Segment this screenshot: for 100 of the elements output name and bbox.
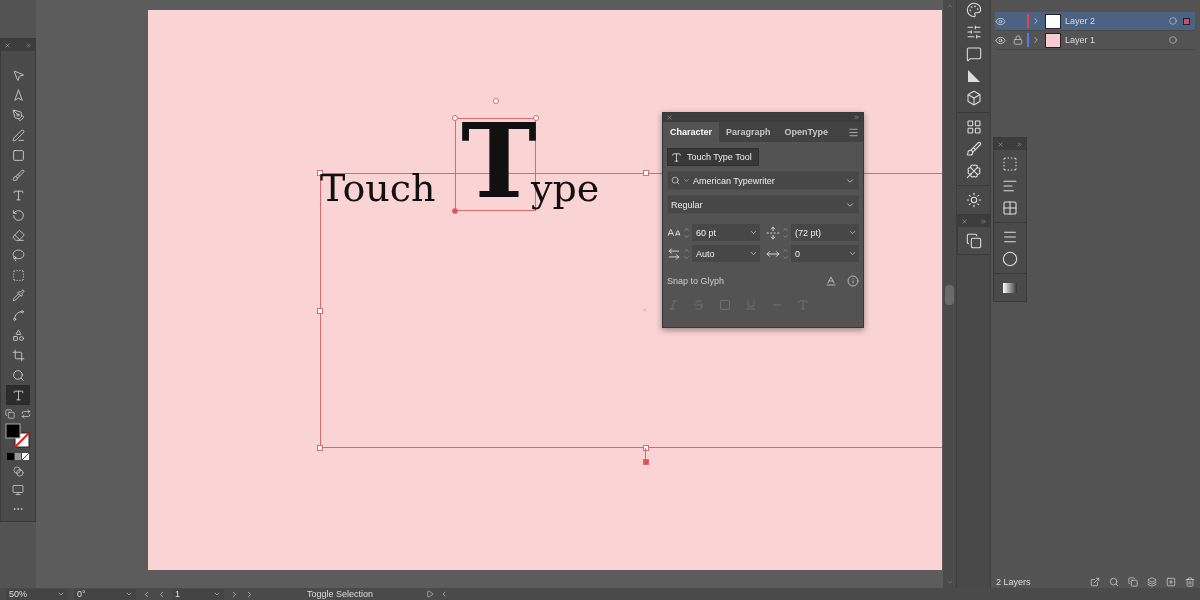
target-icon[interactable] bbox=[1169, 36, 1177, 44]
play-icon[interactable] bbox=[426, 590, 434, 598]
type-icon bbox=[11, 188, 25, 202]
export-icon[interactable] bbox=[1090, 577, 1100, 587]
pen-icon bbox=[11, 108, 25, 122]
info-icon[interactable] bbox=[847, 275, 859, 287]
expand-icon[interactable] bbox=[25, 41, 32, 49]
caret-icon bbox=[125, 590, 133, 598]
handle[interactable] bbox=[643, 445, 649, 451]
font-family-dropdown[interactable]: American Typewriter bbox=[667, 171, 859, 190]
handle[interactable] bbox=[452, 208, 458, 214]
layer-thumbnail bbox=[1045, 32, 1061, 48]
panel-tab[interactable]: Character bbox=[663, 122, 720, 142]
collapse-icon[interactable] bbox=[853, 114, 860, 121]
status-text: Toggle Selection bbox=[305, 589, 374, 599]
eye-icon[interactable] bbox=[995, 15, 1006, 27]
tool-button[interactable] bbox=[6, 385, 30, 405]
expand-icon[interactable] bbox=[979, 217, 987, 225]
scroll-thumb[interactable] bbox=[945, 285, 954, 305]
layer-row[interactable]: Layer 1 bbox=[995, 31, 1195, 50]
shapes-icon bbox=[11, 328, 25, 342]
delete-icon[interactable] bbox=[1185, 577, 1195, 587]
down-icon bbox=[782, 232, 789, 240]
caret-icon bbox=[848, 249, 857, 258]
snap-label: Snap to Glyph bbox=[667, 276, 726, 286]
handle[interactable] bbox=[317, 445, 323, 451]
eye-icon[interactable] bbox=[995, 34, 1006, 46]
brush-icon[interactable] bbox=[965, 141, 982, 157]
leading-field[interactable]: (72 pt) bbox=[791, 224, 859, 241]
handle[interactable] bbox=[452, 115, 458, 121]
layer-row[interactable]: Layer 2 bbox=[995, 12, 1195, 31]
font-size-field[interactable]: 60 pt bbox=[692, 224, 760, 241]
cube-icon[interactable] bbox=[965, 90, 982, 106]
search-icon[interactable] bbox=[1109, 577, 1119, 587]
fill-stroke-icon[interactable] bbox=[5, 423, 31, 449]
caret-icon bbox=[213, 590, 221, 598]
brush-icon bbox=[11, 168, 25, 182]
align-icon[interactable] bbox=[1002, 178, 1018, 194]
handle[interactable] bbox=[643, 170, 649, 176]
stepper-icon[interactable] bbox=[683, 225, 690, 240]
stroke-icon[interactable] bbox=[1002, 229, 1018, 245]
expand-icon[interactable] bbox=[1016, 140, 1023, 148]
handle[interactable] bbox=[643, 459, 649, 465]
sliders-icon[interactable] bbox=[965, 24, 982, 40]
swatches-icon[interactable] bbox=[965, 119, 982, 135]
rotate-handle[interactable] bbox=[493, 98, 499, 104]
artwork-text: Touch bbox=[320, 166, 436, 210]
scrollbar[interactable] bbox=[943, 0, 956, 588]
up-icon bbox=[782, 246, 789, 254]
glyph-icon[interactable] bbox=[825, 275, 837, 287]
zoom-field[interactable]: 50% bbox=[6, 588, 68, 600]
sublayer-icon[interactable] bbox=[1147, 577, 1157, 587]
menu-icon[interactable] bbox=[848, 126, 859, 138]
panel-tab[interactable]: OpenType bbox=[777, 122, 835, 142]
kerning-icon bbox=[667, 246, 681, 261]
kerning-field[interactable]: Auto bbox=[692, 245, 760, 262]
down-icon bbox=[782, 253, 789, 261]
handle[interactable] bbox=[317, 308, 323, 314]
eyedropper-icon bbox=[11, 288, 25, 302]
close-icon[interactable] bbox=[997, 140, 1004, 148]
rotation-field[interactable]: 0° bbox=[74, 588, 136, 600]
palette-icon[interactable] bbox=[965, 2, 982, 18]
caret-icon bbox=[749, 228, 758, 237]
artboard-field[interactable]: 1 bbox=[172, 588, 224, 600]
last-icon[interactable] bbox=[245, 589, 254, 599]
panel-tab[interactable]: Paragraph bbox=[719, 122, 778, 142]
stepper-icon[interactable] bbox=[683, 246, 690, 261]
comment-icon[interactable] bbox=[965, 46, 982, 62]
zoom-icon bbox=[11, 368, 25, 382]
transparency-icon[interactable] bbox=[1002, 251, 1018, 267]
close-icon[interactable] bbox=[666, 114, 673, 121]
new-layer-icon[interactable] bbox=[1166, 577, 1176, 587]
close-icon[interactable] bbox=[960, 217, 968, 225]
stepper-icon[interactable] bbox=[782, 246, 789, 261]
font-style-dropdown[interactable]: Regular bbox=[667, 195, 859, 214]
target-icon[interactable] bbox=[1169, 17, 1177, 25]
layer-name: Layer 1 bbox=[1065, 35, 1097, 45]
gradient-triangle-icon[interactable] bbox=[965, 68, 982, 84]
pointer-icon bbox=[11, 68, 25, 82]
caret-icon bbox=[848, 228, 857, 237]
clover-icon[interactable] bbox=[965, 163, 982, 179]
handle[interactable] bbox=[533, 115, 539, 121]
touch-type-button[interactable]: Touch Type Tool bbox=[667, 148, 759, 166]
tracking-field[interactable]: 0 bbox=[791, 245, 859, 262]
sun-icon[interactable] bbox=[965, 192, 982, 208]
layer-name: Layer 2 bbox=[1065, 16, 1097, 26]
spline-icon bbox=[11, 308, 25, 322]
back-icon[interactable] bbox=[440, 590, 448, 598]
stepper-icon[interactable] bbox=[782, 225, 789, 240]
close-icon[interactable] bbox=[4, 41, 11, 49]
first-icon[interactable] bbox=[142, 589, 151, 599]
up-icon bbox=[683, 246, 690, 254]
search-icon bbox=[671, 176, 680, 185]
lock-icon[interactable] bbox=[1013, 35, 1023, 45]
previous-icon[interactable] bbox=[157, 589, 166, 599]
swap-icon[interactable] bbox=[21, 409, 31, 419]
screen-mode-icon[interactable] bbox=[12, 484, 24, 496]
next-icon[interactable] bbox=[230, 589, 239, 599]
layer-thumbnail bbox=[1045, 13, 1061, 29]
color-mode-icon[interactable] bbox=[7, 453, 29, 460]
